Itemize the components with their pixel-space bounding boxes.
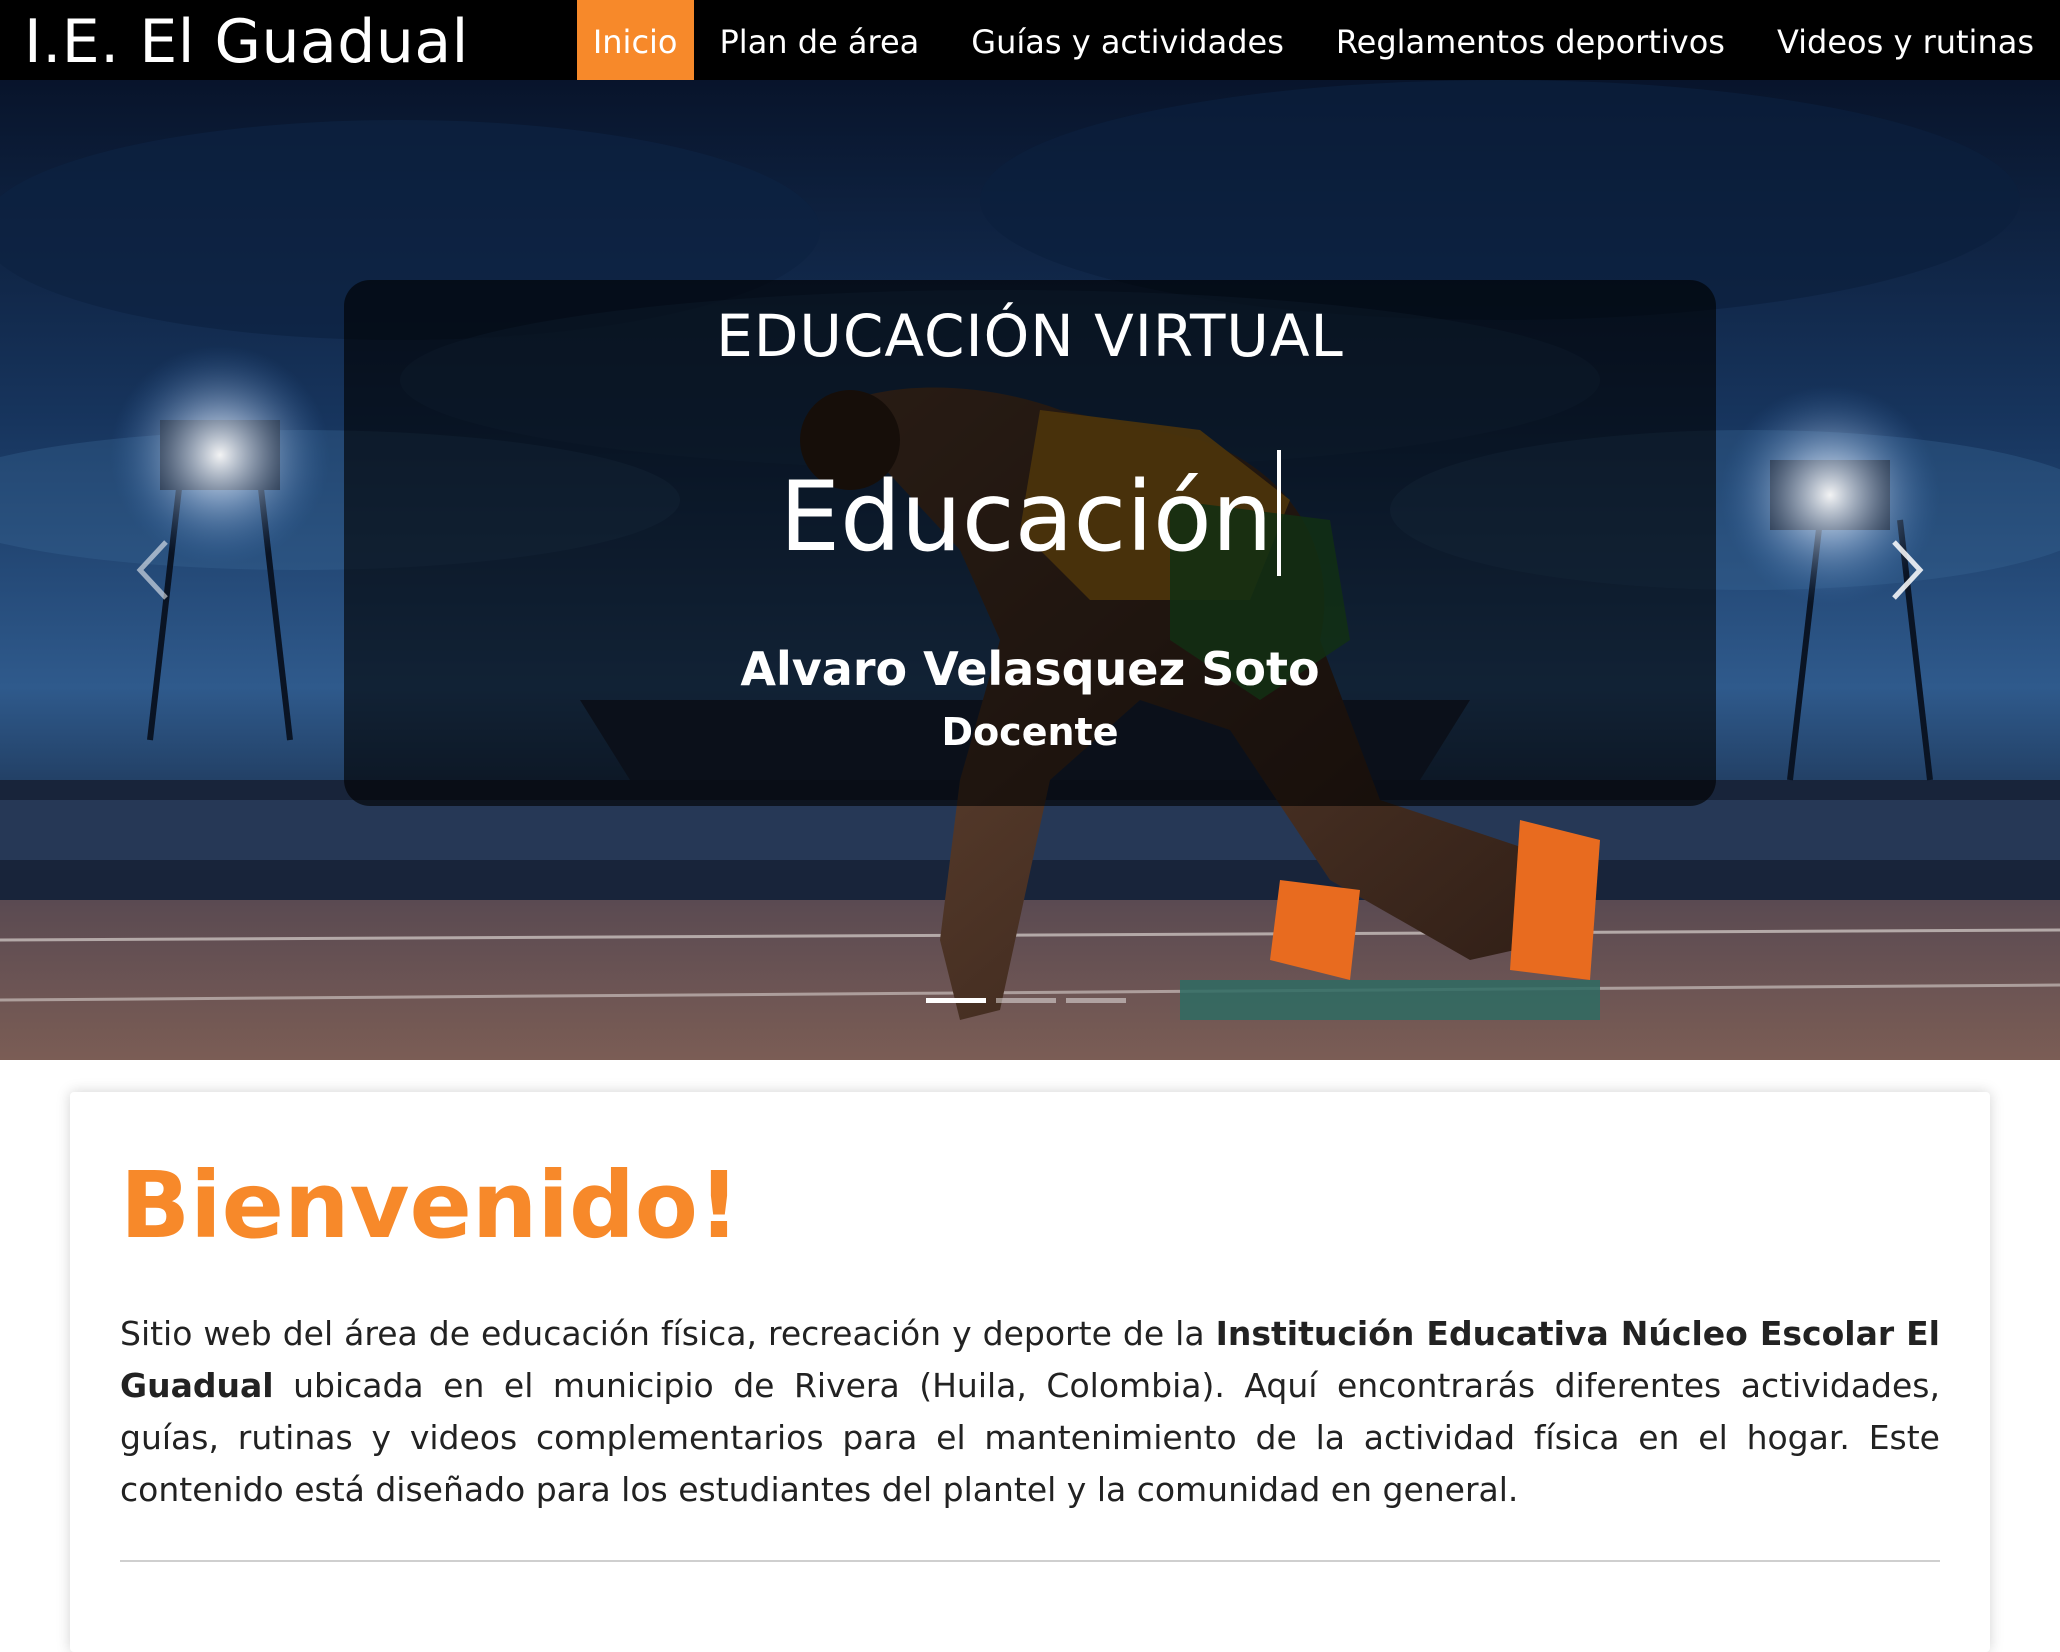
hero-typed-word: Educación xyxy=(779,461,1273,573)
welcome-text-body: ubicada en el municipio de Rivera (Huila… xyxy=(120,1366,1940,1509)
nav-link-guias-actividades[interactable]: Guías y actividades xyxy=(945,0,1310,80)
carousel-prev-button[interactable] xyxy=(124,530,184,610)
top-navbar: I.E. El Guadual Inicio Plan de área Guía… xyxy=(0,0,2060,80)
chevron-left-icon xyxy=(136,540,168,600)
carousel-next-button[interactable] xyxy=(1876,530,1936,610)
nav-link-plan-de-area[interactable]: Plan de área xyxy=(694,0,946,80)
carousel-indicators xyxy=(926,998,1126,1003)
nav-link-videos-rutinas[interactable]: Videos y rutinas xyxy=(1751,0,2060,80)
nav-link-inicio[interactable]: Inicio xyxy=(576,0,694,80)
nav-link-reglamentos-deportivos[interactable]: Reglamentos deportivos xyxy=(1310,0,1751,80)
welcome-paragraph: Sitio web del área de educación física, … xyxy=(120,1308,1940,1516)
hero-caption-box: EDUCACIÓN VIRTUAL Educación Alvaro Velas… xyxy=(344,280,1716,806)
hero-carousel: EDUCACIÓN VIRTUAL Educación Alvaro Velas… xyxy=(0,80,2060,1060)
welcome-card: Bienvenido! Sitio web del área de educac… xyxy=(70,1092,1990,1652)
hero-title: EDUCACIÓN VIRTUAL xyxy=(716,302,1344,370)
welcome-title: Bienvenido! xyxy=(120,1152,740,1259)
site-brand[interactable]: I.E. El Guadual xyxy=(24,0,469,80)
section-divider xyxy=(120,1560,1940,1562)
teacher-role: Docente xyxy=(941,710,1119,754)
hero-typed-text: Educación xyxy=(344,450,1716,576)
nav-links: Inicio Plan de área Guías y actividades … xyxy=(576,0,2060,80)
teacher-name: Alvaro Velasquez Soto xyxy=(740,642,1320,696)
typed-cursor xyxy=(1276,450,1281,576)
carousel-indicator-1[interactable] xyxy=(926,998,986,1003)
carousel-indicator-2[interactable] xyxy=(996,998,1056,1003)
chevron-right-icon xyxy=(1892,540,1924,600)
carousel-indicator-3[interactable] xyxy=(1066,998,1126,1003)
welcome-text-intro: Sitio web del área de educación física, … xyxy=(120,1314,1216,1353)
